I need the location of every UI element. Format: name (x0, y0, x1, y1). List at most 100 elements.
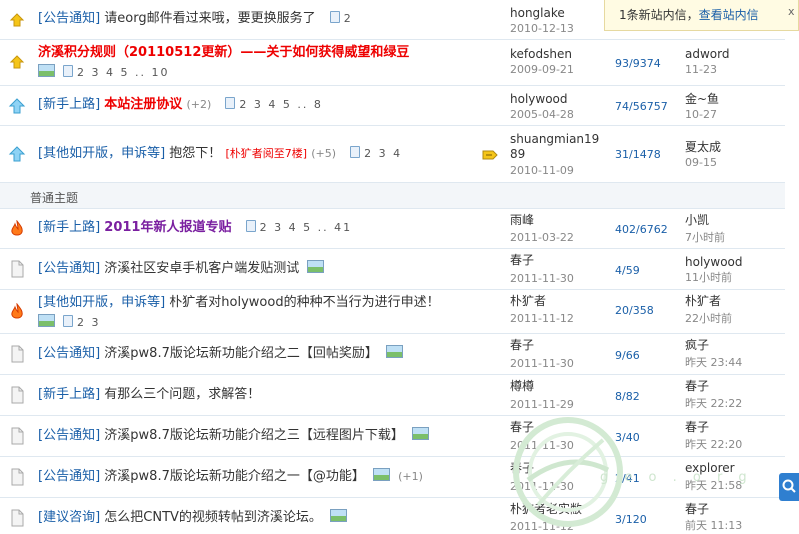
thread-title-link[interactable]: 请eorg邮件看过来哦，要更换服务了 (104, 11, 315, 26)
category-link[interactable]: [新手上路] (38, 97, 100, 112)
table-row: [建议咨询] 怎么把CNTV的视频转帖到济溪论坛。 朴犷者老实敝 2011-11… (0, 498, 785, 534)
close-notification-button[interactable]: x (788, 5, 795, 18)
author-link[interactable]: 春子 (510, 420, 534, 435)
last-poster-link[interactable]: 疯子 (685, 338, 709, 353)
page-links[interactable]: 2 3 4 5 .. 10 (77, 66, 169, 79)
image-attachment-icon (38, 314, 55, 327)
author-link[interactable]: 朴犷者老实敝 (510, 502, 582, 517)
rating-count: (+5) (311, 147, 336, 160)
thread-title-link[interactable]: 济溪社区安卓手机客户端发贴测试 (104, 261, 299, 276)
table-row: [新手上路] 本站注册协议 (+2) 2 3 4 5 .. 8 holywood… (0, 86, 785, 126)
view-messages-link[interactable]: 查看站内信 (699, 8, 759, 22)
thread-title-link[interactable]: 有那么三个问题，求解答！ (104, 387, 260, 402)
thread-title-link[interactable]: 济溪pw8.7版论坛新功能介绍之二【回帖奖励】 (104, 346, 378, 361)
message-notification: 1条新站内信，查看站内信 x (604, 0, 799, 31)
last-post-time: 22小时前 (685, 312, 732, 325)
page-links[interactable]: 2 3 4 (364, 147, 402, 160)
thread-title-link[interactable]: 怎么把CNTV的视频转帖到济溪论坛。 (104, 510, 322, 525)
category-link[interactable]: [其他如开版，申诉等] (38, 146, 165, 161)
author-link[interactable]: 春子 (510, 461, 534, 476)
table-row: [其他如开版，申诉等] 朴犷者对holywood的种种不当行为进行申述！ 2 3… (0, 290, 785, 334)
last-poster-link[interactable]: 春子 (685, 420, 709, 435)
last-poster-link[interactable]: 朴犷者 (685, 294, 721, 309)
author-link[interactable]: 樽樽 (510, 379, 534, 394)
thread-title-link[interactable]: 济溪积分规则（20110512更新）——关于如何获得威望和绿豆 (38, 45, 409, 60)
last-post-time: 11-23 (685, 63, 717, 76)
last-post-time: 10-27 (685, 108, 717, 121)
last-poster-link[interactable]: 金~鱼 (685, 92, 719, 107)
post-date: 2005-04-28 (510, 108, 574, 121)
last-poster-link[interactable]: adword (685, 47, 729, 62)
notification-text: 1条新站内信，查看站内信 (619, 8, 759, 22)
last-poster-link[interactable]: 小凯 (685, 213, 709, 228)
author-link[interactable]: honglake (510, 6, 565, 21)
announce-icon (9, 55, 25, 69)
author-link[interactable]: kefodshen (510, 47, 572, 62)
thread-title-link[interactable]: 济溪pw8.7版论坛新功能介绍之一【@功能】 (104, 469, 365, 484)
read-mark: [朴犷者阅至7楼] (225, 147, 308, 160)
reply-view-count: 31/1478 (615, 148, 661, 161)
image-attachment-icon (307, 260, 325, 273)
last-poster-link[interactable]: holywood (685, 255, 743, 270)
topic-icon (11, 260, 24, 278)
author-link[interactable]: 朴犷者 (510, 294, 546, 309)
reply-view-count: 402/6762 (615, 223, 668, 236)
page-links[interactable]: 2 3 4 5 .. 41 (260, 221, 352, 234)
post-date: 2011-11-29 (510, 398, 574, 411)
thread-title-link[interactable]: 朴犷者对holywood的种种不当行为进行申述！ (169, 295, 439, 310)
category-link[interactable]: [建议咨询] (38, 510, 100, 525)
reply-view-count: 2/41 (615, 472, 640, 485)
floating-search-button[interactable] (779, 473, 799, 501)
reward-icon (482, 150, 498, 160)
thread-title-link[interactable]: 本站注册协议 (104, 97, 182, 112)
table-row: 济溪积分规则（20110512更新）——关于如何获得威望和绿豆 2 3 4 5 … (0, 40, 785, 86)
post-date: 2010-11-09 (510, 164, 574, 177)
author-link[interactable]: 春子 (510, 338, 534, 353)
page-links[interactable]: 2 (344, 12, 353, 25)
last-post-time: 前天 11:13 (685, 519, 743, 532)
category-link[interactable]: [公告通知] (38, 346, 100, 361)
table-row: [其他如开版，申诉等] 抱怨下！ [朴犷者阅至7楼] (+5) 2 3 4 sh… (0, 126, 785, 183)
last-post-time: 昨天 21:58 (685, 479, 743, 492)
category-link[interactable]: [公告通知] (38, 428, 100, 443)
page-icon (63, 65, 73, 77)
thread-title-link[interactable]: 济溪pw8.7版论坛新功能介绍之三【远程图片下载】 (104, 428, 404, 443)
last-poster-link[interactable]: explorer (685, 461, 735, 476)
category-link[interactable]: [公告通知] (38, 469, 100, 484)
post-date: 2011-11-12 (510, 312, 574, 325)
topic-icon (11, 386, 24, 404)
author-link[interactable]: shuangmian1989 (510, 132, 605, 162)
category-link[interactable]: [其他如开版，申诉等] (38, 295, 165, 310)
topic-icon (11, 509, 24, 527)
category-link[interactable]: [新手上路] (38, 387, 100, 402)
post-date: 2011-11-30 (510, 439, 574, 452)
category-link[interactable]: [公告通知] (38, 261, 100, 276)
reply-view-count: 9/66 (615, 349, 640, 362)
author-link[interactable]: holywood (510, 92, 568, 107)
page-links[interactable]: 2 3 (77, 316, 101, 329)
post-date: 2011-11-12 (510, 520, 574, 533)
post-date: 2011-11-30 (510, 357, 574, 370)
page-links[interactable]: 2 3 4 5 .. 8 (239, 98, 322, 111)
table-row: [公告通知] 济溪社区安卓手机客户端发贴测试 春子 2011-11-30 4/5… (0, 249, 785, 290)
post-date: 2011-11-30 (510, 272, 574, 285)
thread-title-link[interactable]: 2011年新人报道专贴 (104, 220, 231, 235)
hot-icon (11, 220, 23, 236)
announce-icon (9, 13, 25, 27)
thread-title-link[interactable]: 抱怨下！ (169, 146, 221, 161)
author-link[interactable]: 春子 (510, 253, 534, 268)
reply-view-count: 93/9374 (615, 57, 661, 70)
category-link[interactable]: [公告通知] (38, 11, 100, 26)
last-poster-link[interactable]: 春子 (685, 379, 709, 394)
table-row: [新手上路] 2011年新人报道专贴 2 3 4 5 .. 41 雨峰 2011… (0, 209, 785, 249)
last-poster-link[interactable]: 春子 (685, 502, 709, 517)
section-header: 普通主题 (0, 183, 785, 209)
page-icon (63, 315, 73, 327)
author-link[interactable]: 雨峰 (510, 213, 534, 228)
post-date: 2009-09-21 (510, 63, 574, 76)
thread-list: [公告通知] 请eorg邮件看过来哦，要更换服务了 2 honglake 201… (0, 0, 785, 534)
post-date: 2011-03-22 (510, 231, 574, 244)
search-icon (782, 479, 796, 493)
category-link[interactable]: [新手上路] (38, 220, 100, 235)
last-poster-link[interactable]: 夏太成 (685, 140, 721, 155)
